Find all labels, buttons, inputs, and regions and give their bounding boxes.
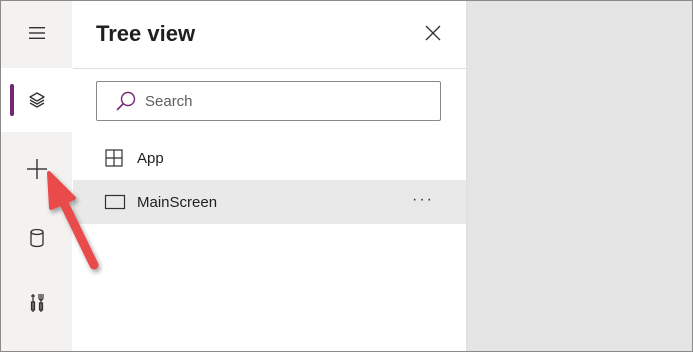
advanced-tools-button[interactable]	[1, 271, 72, 335]
search-box[interactable]	[96, 81, 441, 121]
left-rail	[1, 1, 72, 351]
pane-title: Tree view	[96, 21, 196, 46]
data-button[interactable]	[1, 206, 72, 270]
layers-icon	[28, 92, 45, 108]
app-frame: Tree view App	[0, 0, 693, 352]
tree-item-app[interactable]: App	[73, 136, 466, 180]
tree-item-label: MainScreen	[137, 193, 218, 211]
hamburger-menu-icon	[28, 27, 45, 39]
active-indicator	[10, 84, 14, 116]
plus-icon	[26, 159, 47, 179]
tree-view-pane: Tree view App	[73, 1, 467, 351]
database-icon	[29, 228, 44, 248]
tree-view-button[interactable]	[1, 68, 72, 132]
insert-button[interactable]	[1, 137, 72, 201]
close-button[interactable]	[422, 22, 444, 44]
menu-button[interactable]	[1, 1, 72, 65]
app-grid-icon	[104, 147, 126, 169]
canvas-area	[467, 1, 692, 351]
close-icon	[425, 25, 441, 41]
more-options-button[interactable]: ···	[412, 192, 434, 208]
tree-item-label: App	[137, 149, 164, 167]
tools-icon	[30, 294, 44, 312]
pane-header: Tree view	[73, 1, 466, 69]
screen-icon	[104, 191, 126, 213]
search-input[interactable]	[145, 92, 425, 110]
search-icon	[115, 89, 139, 113]
tree-item-mainscreen[interactable]: MainScreen ···	[73, 180, 466, 224]
